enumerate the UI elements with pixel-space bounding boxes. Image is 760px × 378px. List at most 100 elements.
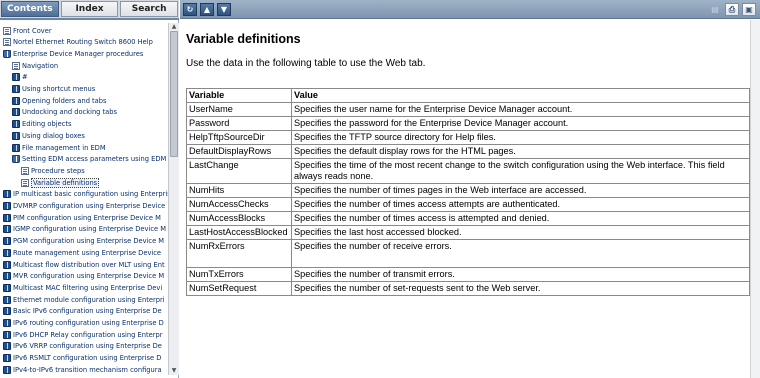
- value-cell: Specifies the user name for the Enterpri…: [291, 102, 750, 117]
- book-icon: [3, 365, 11, 374]
- table-row: NumRxErrors Specifies the number of recei…: [186, 239, 750, 268]
- table-row: NumHits Specifies the number of times pag…: [186, 183, 750, 198]
- tab-divider: [0, 18, 179, 20]
- variable-cell: NumHits: [186, 183, 292, 198]
- value-cell: Specifies the number of set-requests sen…: [291, 281, 750, 296]
- book-icon: [3, 295, 11, 304]
- page-title: Variable definitions: [186, 32, 301, 46]
- tree-item[interactable]: IP multicast basic configuration using E…: [3, 189, 168, 200]
- tree-item-label: Basic IPv6 configuration using Enterpris…: [13, 307, 162, 316]
- tree-item[interactable]: IPv4-to-IPv6 transition mechanism config…: [3, 364, 162, 375]
- tree-item-label: Setting EDM access parameters using EDM: [22, 155, 167, 164]
- tree-item[interactable]: Variable definitions: [21, 177, 100, 188]
- tree-item[interactable]: Multicast MAC filtering using Enterprise…: [3, 282, 162, 293]
- tree-item[interactable]: MVR configuration using Enterprise Devic…: [3, 271, 164, 282]
- table-row: UserName Specifies the user name for the …: [186, 102, 750, 117]
- sync-toc-icon[interactable]: ↻: [183, 3, 197, 16]
- table-row: DefaultDisplayRows Specifies the default …: [186, 144, 750, 159]
- tab-search[interactable]: Search: [120, 1, 179, 17]
- value-cell: Specifies the number of transmit errors.: [291, 267, 750, 282]
- tree-item-label: IPv6 routing configuration using Enterpr…: [13, 319, 164, 327]
- tree-item-label: IPv6 RSMLT configuration using Enterpris…: [13, 354, 162, 363]
- variable-cell: UserName: [186, 102, 292, 117]
- tree-item[interactable]: #: [12, 72, 28, 83]
- book-icon: [3, 342, 11, 351]
- tree-item-label: Using dialog boxes: [22, 131, 85, 140]
- tree-item[interactable]: PGM configuration using Enterprise Devic…: [3, 236, 164, 247]
- column-header-variable: Variable: [186, 88, 292, 103]
- table-header-row: Variable Value: [186, 88, 750, 103]
- page-icon: [3, 26, 11, 35]
- tree-item[interactable]: DVMRP configuration using Enterprise Dev…: [3, 201, 165, 212]
- variable-cell: NumTxErrors: [186, 267, 292, 282]
- tree-item[interactable]: Basic IPv6 configuration using Enterpris…: [3, 306, 162, 317]
- book-icon: [12, 108, 20, 117]
- tree-item[interactable]: Front Cover: [3, 25, 52, 36]
- tree-item[interactable]: Using dialog boxes: [12, 130, 85, 141]
- tree-item[interactable]: PIM configuration using Enterprise Devic…: [3, 212, 161, 223]
- table-row: LastChange Specifies the time of the most…: [186, 158, 750, 184]
- tree-item[interactable]: Setting EDM access parameters using EDM: [12, 154, 166, 165]
- value-cell: Specifies the number of receive errors.: [291, 239, 750, 268]
- tree-item[interactable]: Procedure steps: [21, 165, 85, 176]
- scroll-up-arrow-icon[interactable]: ▲: [170, 23, 178, 30]
- tree-item[interactable]: IPv6 routing configuration using Enterpr…: [3, 318, 164, 329]
- page-icon: [21, 178, 29, 187]
- tree-item-label: Procedure steps: [31, 166, 85, 175]
- tree-item-label: Editing objects: [22, 120, 72, 129]
- book-icon: [12, 73, 20, 82]
- tree-item[interactable]: Route management using Enterprise Device: [3, 247, 161, 258]
- tree-item[interactable]: IPv6 RSMLT configuration using Enterpris…: [3, 353, 161, 364]
- tree-item[interactable]: Editing objects: [12, 119, 72, 130]
- variable-table: Variable Value UserName Specifies the use…: [186, 88, 750, 296]
- navigation-pane: Contents Index Search Front Cover Nortel …: [0, 0, 179, 378]
- tree-item[interactable]: Ethernet module configuration using Ente…: [3, 294, 165, 305]
- tree-item[interactable]: Undocking and docking tabs: [12, 107, 117, 118]
- tree-item[interactable]: Nortel Ethernet Routing Switch 8600 Help: [3, 37, 153, 48]
- tree-item-label: IPv4-to-IPv6 transition mechanism config…: [13, 365, 162, 374]
- tab-contents[interactable]: Contents: [1, 1, 59, 17]
- contents-tree: Front Cover Nortel Ethernet Routing Switc…: [0, 23, 168, 375]
- highlight-icon[interactable]: ▤: [708, 3, 722, 16]
- book-icon: [12, 85, 20, 93]
- table-row: HelpTftpSourceDir Specifies the TFTP sour…: [186, 130, 750, 145]
- tree-item-label: IPv6 DHCP Relay configuration using Ente…: [13, 330, 163, 339]
- next-topic-icon[interactable]: ▼: [217, 3, 231, 16]
- previous-topic-icon[interactable]: ▲: [200, 3, 214, 16]
- tree-item[interactable]: Using shortcut menus: [12, 84, 95, 95]
- tree-item[interactable]: Enterprise Device Manager procedures: [3, 48, 143, 59]
- variable-cell: LastChange: [186, 158, 292, 184]
- tree-item-label: Opening folders and tabs: [22, 96, 107, 105]
- variable-cell: DefaultDisplayRows: [186, 144, 292, 159]
- tree-item[interactable]: File management in EDM: [12, 142, 106, 153]
- tree-item[interactable]: IGMP configuration using Enterprise Devi…: [3, 224, 166, 235]
- tree-item[interactable]: IPv6 DHCP Relay configuration using Ente…: [3, 329, 162, 340]
- tree-item-label: Nortel Ethernet Routing Switch 8600 Help: [13, 38, 153, 47]
- tree-scrollbar-thumb[interactable]: [170, 31, 178, 157]
- tree-item[interactable]: Opening folders and tabs: [12, 95, 107, 106]
- tree-scrollbar[interactable]: ▲ ▼: [168, 23, 179, 375]
- open-book-icon: [12, 155, 20, 164]
- tab-index[interactable]: Index: [60, 1, 119, 17]
- tree-item[interactable]: Navigation: [12, 60, 58, 71]
- print-topic-icon[interactable]: ▣: [742, 3, 756, 16]
- book-icon: [12, 131, 20, 140]
- table-row: LastHostAccessBlocked Specifies the last …: [186, 225, 750, 240]
- content-scrollbar[interactable]: [750, 20, 760, 378]
- scroll-down-arrow-icon[interactable]: ▼: [170, 367, 178, 374]
- value-cell: Specifies the number of times access att…: [291, 197, 750, 212]
- book-icon: [12, 96, 20, 105]
- tree-item[interactable]: IPv6 VRRP configuration using Enterprise…: [3, 341, 162, 352]
- table-row: NumAccessBlocks Specifies the number of t…: [186, 211, 750, 226]
- tree-item-label: IP multicast basic configuration using E…: [13, 190, 168, 199]
- value-cell: Specifies the number of times pages in t…: [291, 183, 750, 198]
- book-icon: [3, 248, 11, 257]
- tree-item-label: IGMP configuration using Enterprise Devi…: [13, 225, 167, 234]
- tree-item[interactable]: Multicast flow distribution over MLT usi…: [3, 259, 165, 270]
- print-icon[interactable]: ⎙: [725, 3, 739, 16]
- variable-cell: NumAccessChecks: [186, 197, 292, 212]
- table-row: NumAccessChecks Specifies the number of t…: [186, 197, 750, 212]
- page-icon: [3, 38, 11, 47]
- tree-item-label: Using shortcut menus: [22, 85, 96, 93]
- tree-item-label: #: [22, 73, 28, 82]
